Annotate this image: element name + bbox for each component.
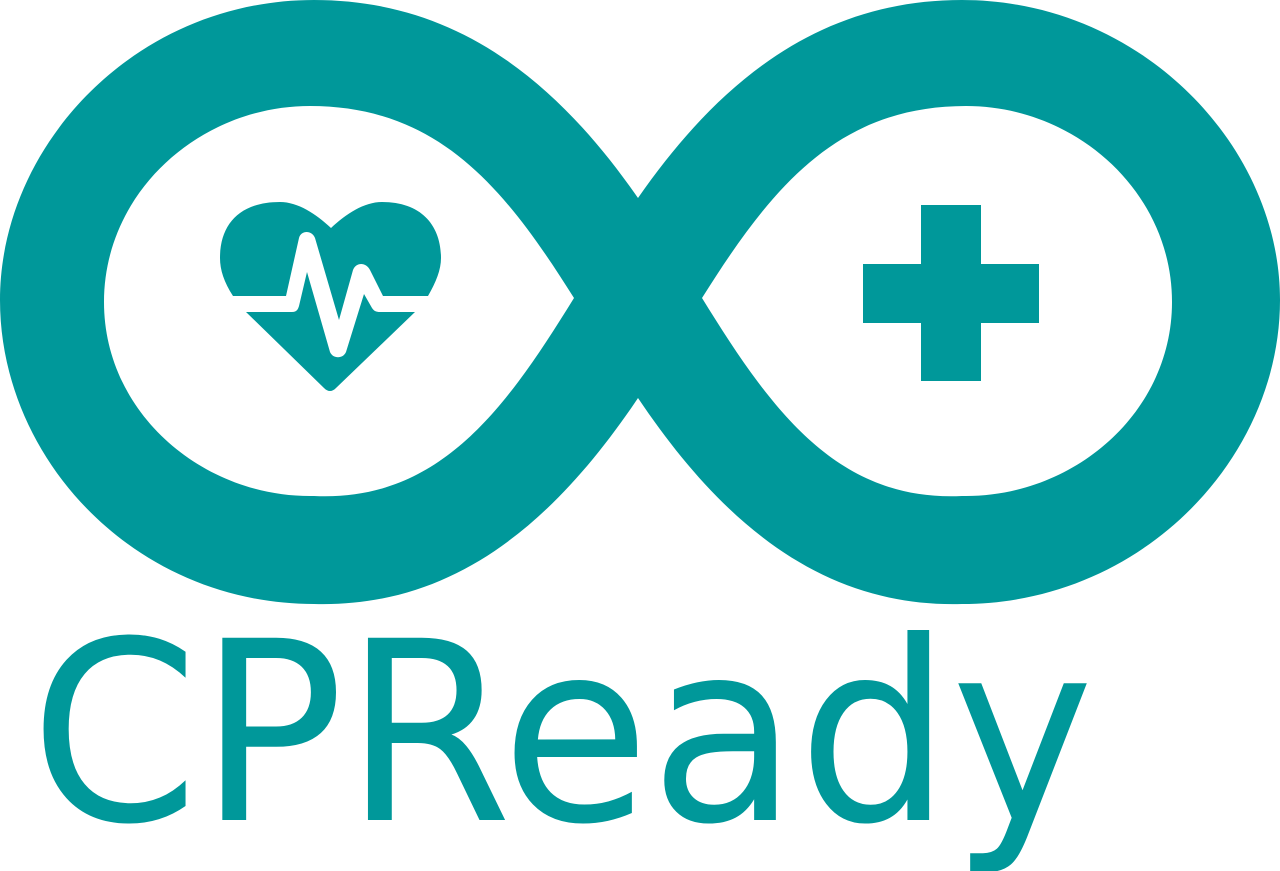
heart-pulse-icon — [220, 202, 441, 391]
wordmark-text: CPReady — [30, 588, 1094, 871]
medical-cross-icon — [863, 205, 1039, 381]
logo-artwork: CPReady — [0, 0, 1280, 871]
cpready-logo: CPReady — [0, 0, 1280, 871]
infinity-icon — [0, 0, 1280, 605]
